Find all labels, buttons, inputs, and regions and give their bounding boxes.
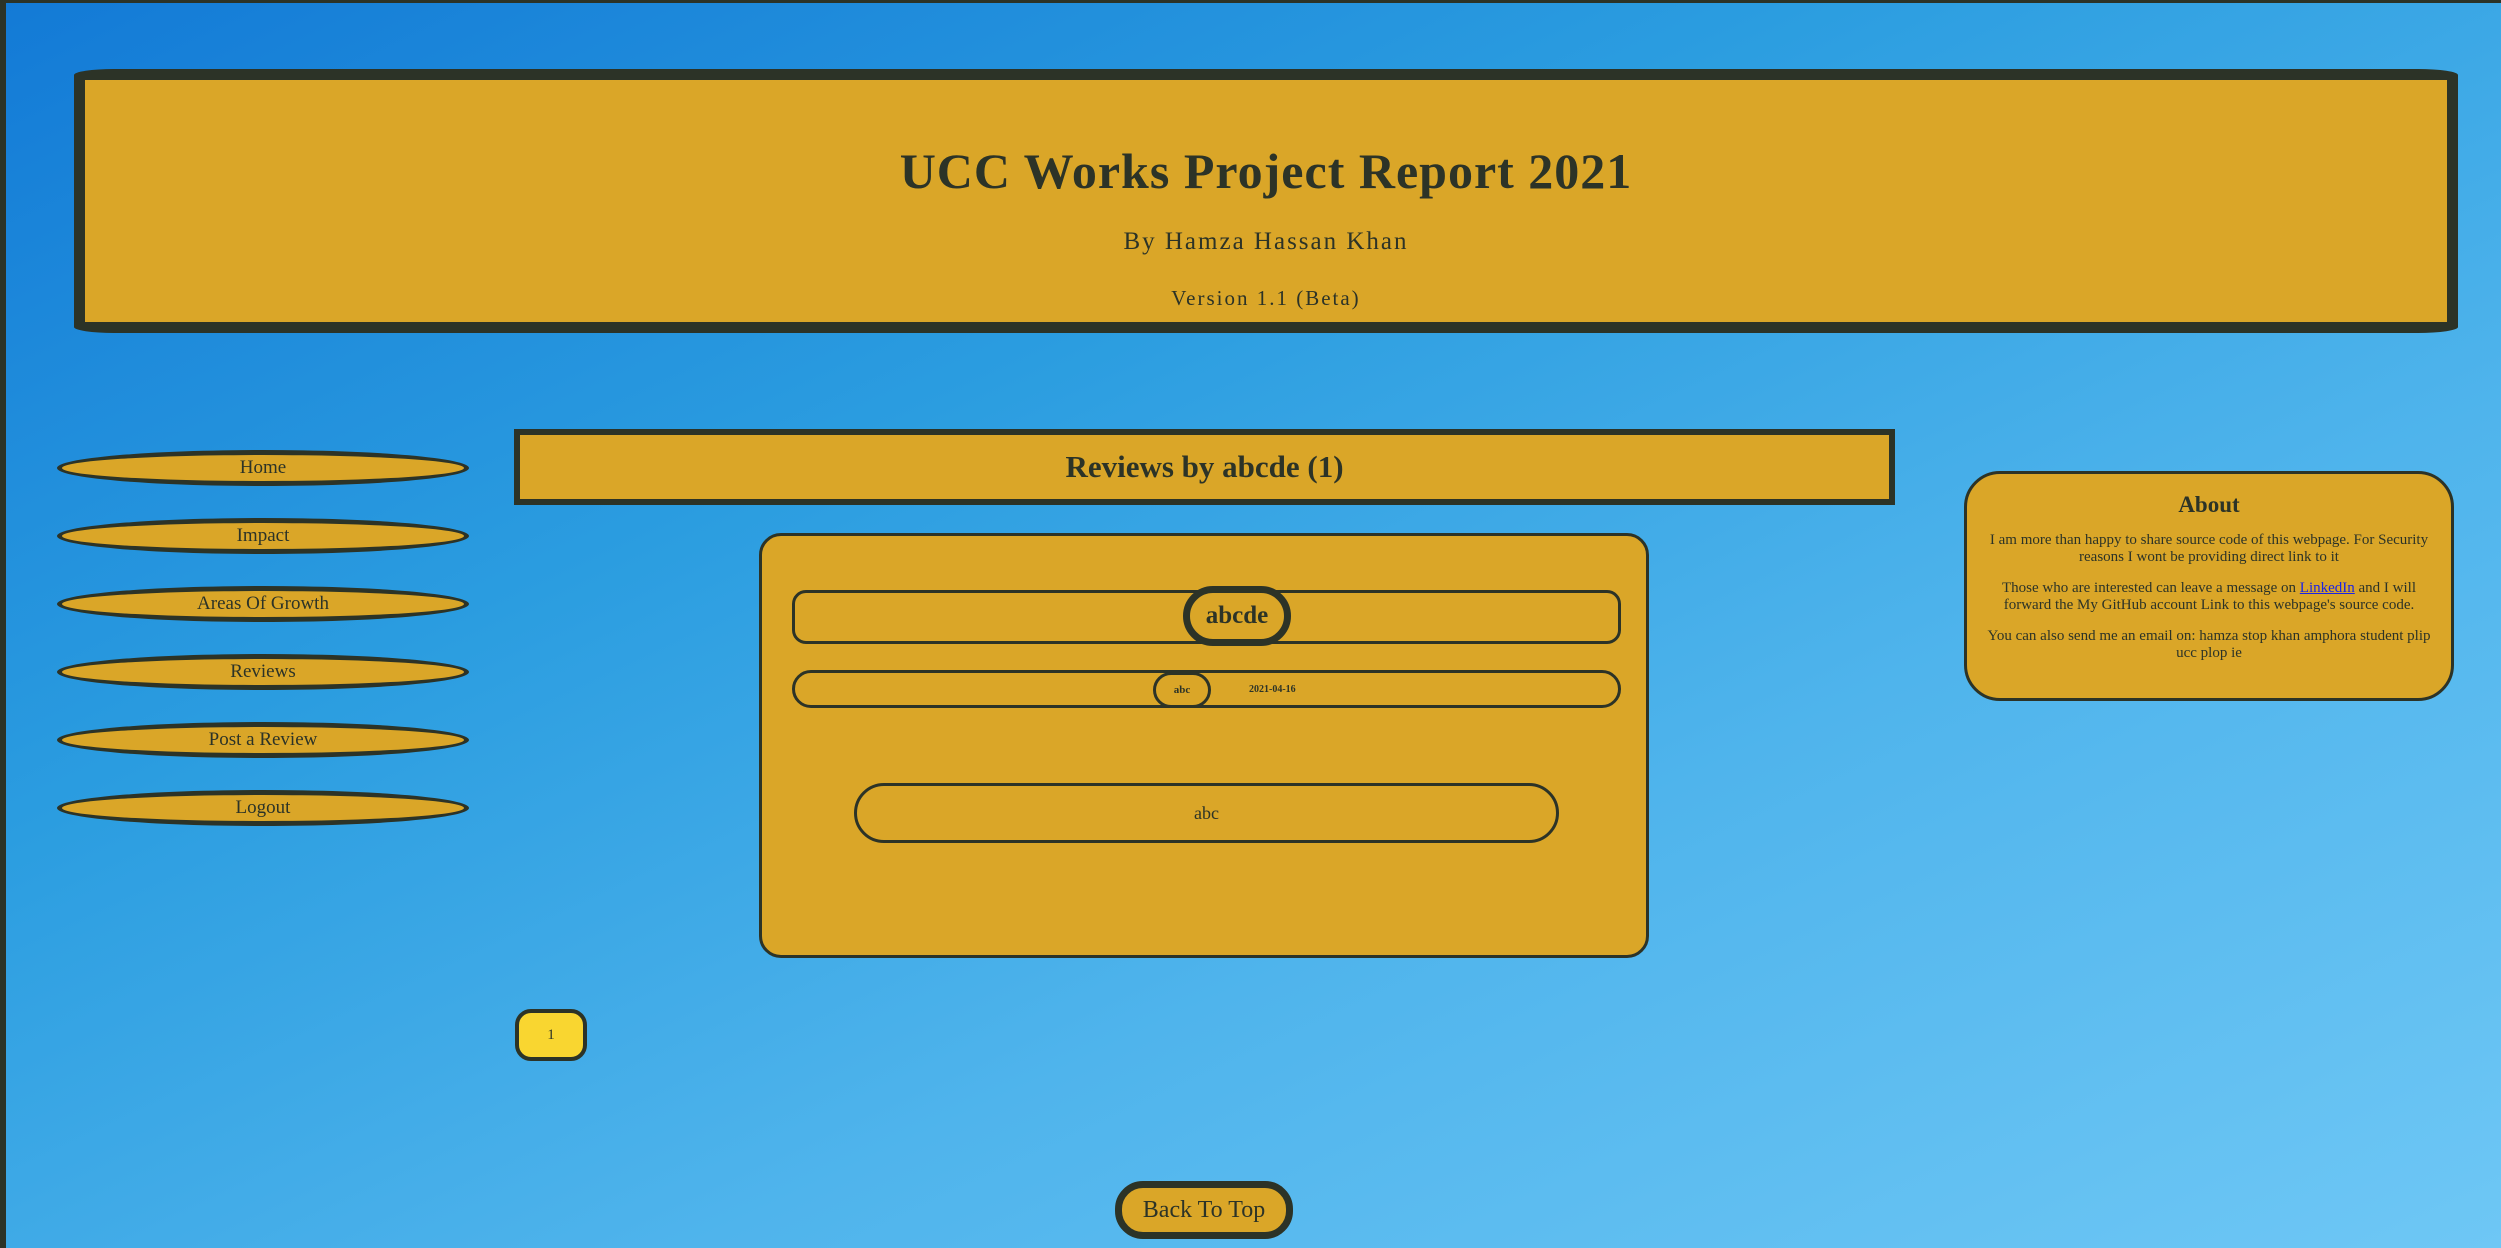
review-date: 2021-04-16 [1249,683,1296,695]
about-paragraph-1: I am more than happy to share source cod… [1989,532,2429,565]
review-title: abcde [1183,586,1291,646]
site-header: UCC Works Project Report 2021 By Hamza H… [74,69,2458,333]
nav-impact[interactable]: Impact [57,518,469,554]
review-card: abcde abc 2021-04-16 abc [759,533,1649,958]
nav-logout[interactable]: Logout [57,790,469,826]
nav-home[interactable]: Home [57,450,469,486]
about-paragraph-2-before: Those who are interested can leave a mes… [2001,580,2300,596]
back-to-top-button[interactable]: Back To Top [1115,1181,1293,1239]
pagination-page-1[interactable]: 1 [515,1009,587,1061]
linkedin-link[interactable]: LinkedIn [2300,580,2355,596]
nav-post-a-review[interactable]: Post a Review [57,722,469,758]
about-paragraph-2: Those who are interested can leave a mes… [1977,580,2441,614]
site-byline: By Hamza Hassan Khan [1123,228,1409,255]
review-body: abc [854,783,1559,843]
page-title: Reviews by abcde (1) [514,429,1895,505]
about-panel: About I am more than happy to share sour… [1964,471,2454,701]
site-title: UCC Works Project Report 2021 [899,143,1633,199]
nav-reviews[interactable]: Reviews [57,654,469,690]
about-paragraph-3: You can also send me an email on: hamza … [1987,628,2431,661]
review-author: abc [1153,672,1211,708]
about-heading: About [2178,492,2240,517]
site-version: Version 1.1 (Beta) [1171,286,1361,310]
nav-areas-of-growth[interactable]: Areas Of Growth [57,586,469,622]
review-meta-row: abc 2021-04-16 [792,670,1621,708]
review-title-row: abcde [792,586,1621,646]
